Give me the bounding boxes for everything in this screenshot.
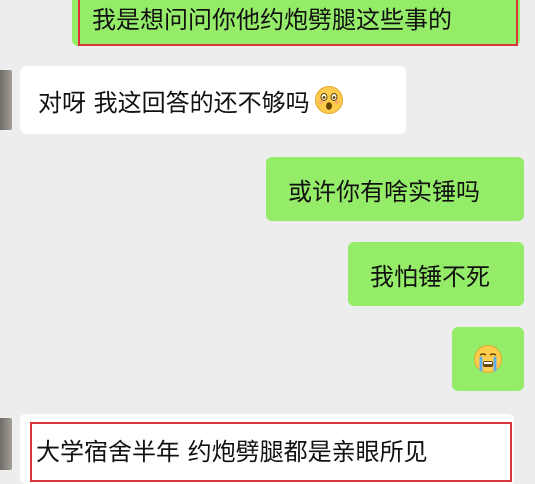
message-bubble-outgoing[interactable]: 我是想问问你他约炮劈腿这些事的 [72, 0, 520, 46]
message-text: 大学宿舍半年 约炮劈腿都是亲眼所见 [36, 437, 428, 466]
astonished-face-emoji-icon [314, 86, 343, 114]
crying-face-emoji-icon [474, 345, 502, 373]
message-bubble-incoming[interactable]: 对呀 我这回答的还不够吗 [20, 66, 406, 134]
message-bubble-incoming[interactable]: 大学宿舍半年 约炮劈腿都是亲眼所见 [20, 414, 514, 484]
message-bubble-outgoing[interactable]: 我怕锤不死 [348, 242, 524, 306]
avatar[interactable] [0, 70, 12, 130]
message-text: 我怕锤不死 [370, 262, 490, 291]
message-text: 对呀 我这回答的还不够吗 [38, 88, 310, 117]
message-text: 或许你有啥实锤吗 [288, 177, 480, 206]
message-bubble-outgoing[interactable]: 或许你有啥实锤吗 [266, 157, 524, 221]
avatar[interactable] [0, 418, 12, 470]
message-bubble-outgoing[interactable] [452, 327, 524, 391]
message-text: 我是想问问你他约炮劈腿这些事的 [92, 5, 452, 34]
